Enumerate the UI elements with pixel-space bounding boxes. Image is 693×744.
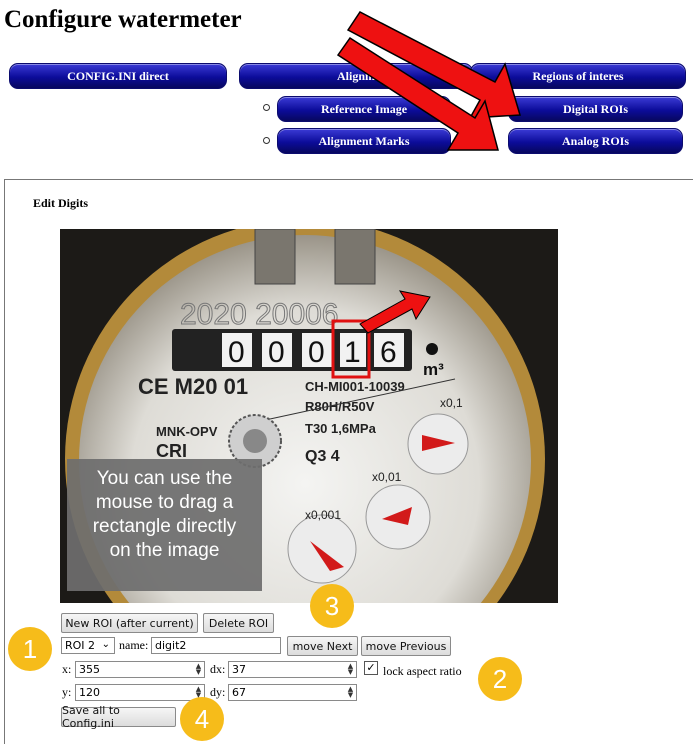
- analog-rois-button[interactable]: Analog ROIs: [508, 128, 683, 154]
- move-previous-button[interactable]: move Previous: [361, 636, 451, 656]
- name-label: name:: [119, 638, 149, 652]
- meter-left1: MNK-OPV: [156, 424, 218, 439]
- callout-4: 4: [180, 697, 224, 741]
- move-next-button[interactable]: move Next: [287, 636, 358, 656]
- dx-value: 37: [232, 663, 246, 676]
- dx-input[interactable]: 37 ▲ ▼: [228, 661, 357, 678]
- roi-select-value: ROI 2: [65, 639, 96, 652]
- meter-serial: 2020 20006: [180, 298, 339, 331]
- roi-name-input[interactable]: digit2: [151, 637, 281, 654]
- digit-1: 0: [268, 336, 285, 369]
- new-roi-button[interactable]: New ROI (after current): [61, 613, 198, 633]
- callout-1: 1: [8, 627, 52, 671]
- annotation-arrows: [336, 11, 521, 151]
- digit-2: 0: [308, 336, 325, 369]
- meter-spec2: T30 1,6MPa: [305, 421, 377, 436]
- page-title: Configure watermeter: [4, 6, 242, 33]
- roi-name-value: digit2: [155, 639, 187, 652]
- panel-heading: Edit Digits: [33, 196, 89, 210]
- dx-label: dx:: [210, 662, 226, 676]
- x-label: x:: [62, 662, 72, 676]
- hint-tooltip: You can use the mouse to drag a rectangl…: [67, 459, 262, 591]
- meter-q: Q3 4: [305, 448, 340, 465]
- save-config-button[interactable]: Save all to Config.ini: [61, 704, 176, 730]
- meter-unit: m³: [423, 360, 444, 379]
- roi-select[interactable]: ROI 2 ⌄: [61, 637, 115, 654]
- bullet-icon: [263, 104, 270, 111]
- regions-of-interest-label: Regions of interes: [532, 68, 624, 83]
- lock-aspect-checkbox[interactable]: ✓: [364, 661, 378, 675]
- chevron-down-icon: ⌄: [101, 639, 110, 650]
- callout-3: 3: [310, 584, 354, 628]
- hint-line: rectangle directly: [92, 516, 237, 537]
- dy-value: 67: [232, 686, 246, 699]
- lock-aspect-label: lock aspect ratio: [383, 664, 462, 678]
- bullet-icon: [263, 137, 270, 144]
- hint-line: on the image: [109, 540, 220, 561]
- spinner-icon[interactable]: ▲ ▼: [346, 686, 355, 699]
- meter-brand: CE M20 01: [138, 374, 248, 399]
- dial-2-label: x0,01: [372, 470, 402, 484]
- meter-left2: CRI: [156, 441, 187, 461]
- hint-line: You can use the: [96, 468, 233, 489]
- callout-2: 2: [478, 657, 522, 701]
- analog-rois-label: Analog ROIs: [561, 133, 629, 148]
- x-input[interactable]: 355 ▲ ▼: [75, 661, 205, 678]
- dy-input[interactable]: 67 ▲ ▼: [228, 684, 357, 701]
- digital-rois-label: Digital ROIs: [562, 101, 628, 116]
- counter-digits: 0 0 0 1 6: [222, 333, 404, 369]
- x-value: 355: [79, 663, 100, 676]
- meter-spec1: R80H/R50V: [305, 399, 375, 414]
- hint-line: mouse to drag a: [95, 492, 234, 513]
- spinner-icon[interactable]: ▲ ▼: [194, 663, 203, 676]
- digit-4: 6: [380, 336, 397, 369]
- y-input[interactable]: 120 ▲ ▼: [75, 684, 205, 701]
- y-value: 120: [79, 686, 100, 699]
- digit-3: 1: [344, 336, 361, 369]
- digital-rois-button[interactable]: Digital ROIs: [508, 96, 683, 122]
- meter-model: CH-MI001-10039: [305, 379, 405, 394]
- digit-0: 0: [228, 336, 245, 369]
- dial-3-label: x0,001: [305, 508, 341, 522]
- dial-1-label: x0,1: [440, 396, 463, 410]
- delete-roi-button[interactable]: Delete ROI: [203, 613, 274, 633]
- config-ini-direct-button[interactable]: CONFIG.INI direct: [9, 63, 227, 89]
- y-label: y:: [62, 685, 72, 699]
- spinner-icon[interactable]: ▲ ▼: [346, 663, 355, 676]
- dy-label: dy:: [210, 685, 226, 699]
- config-ini-direct-label: CONFIG.INI direct: [67, 68, 169, 83]
